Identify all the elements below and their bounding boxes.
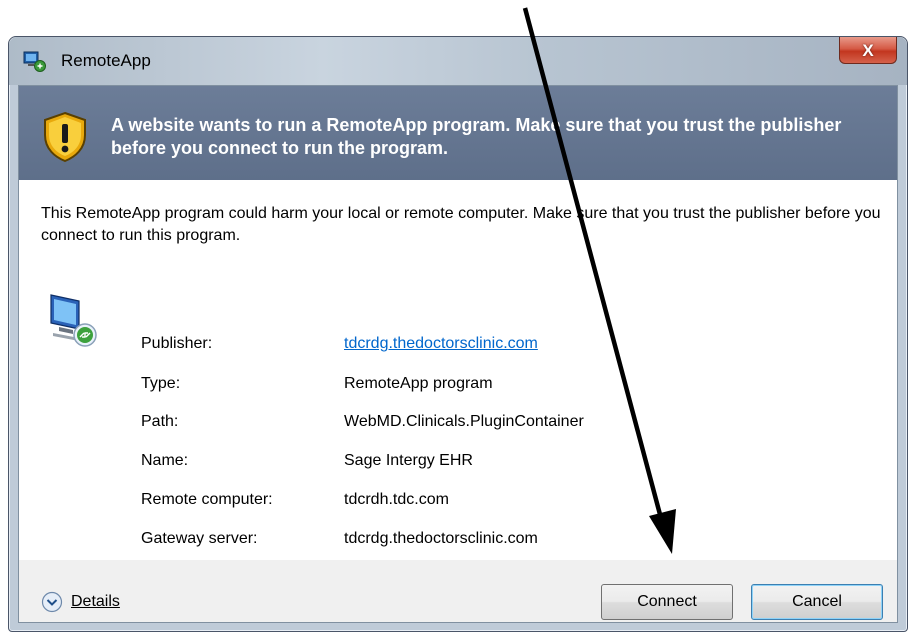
dialog-body: A website wants to run a RemoteApp progr… xyxy=(18,85,898,623)
warning-banner: A website wants to run a RemoteApp progr… xyxy=(19,86,897,180)
details-label: Details xyxy=(71,593,120,610)
publisher-label: Publisher: xyxy=(141,335,213,352)
type-label: Type: xyxy=(141,375,181,392)
remoteapp-dialog: RemoteApp X A website wants to run a Rem… xyxy=(8,36,908,632)
gateway-server-label: Gateway server: xyxy=(141,530,258,547)
type-value: RemoteApp program xyxy=(344,375,493,392)
remoteapp-icon xyxy=(23,51,46,72)
remote-computer-icon xyxy=(50,294,97,347)
chevron-down-icon xyxy=(41,591,63,613)
connect-button[interactable]: Connect xyxy=(601,584,733,620)
path-label: Path: xyxy=(141,413,179,430)
close-icon: X xyxy=(862,40,874,60)
remote-computer-label: Remote computer: xyxy=(141,491,273,508)
dialog-footer: Details Connect Cancel xyxy=(19,560,897,622)
title-bar[interactable]: RemoteApp X xyxy=(9,37,907,85)
close-button[interactable]: X xyxy=(839,37,897,64)
details-toggle[interactable]: Details xyxy=(41,591,120,613)
name-value: Sage Intergy EHR xyxy=(344,452,473,469)
path-value: WebMD.Clinicals.PluginContainer xyxy=(344,413,584,430)
name-label: Name: xyxy=(141,452,189,469)
gateway-server-value: tdcrdg.thedoctorsclinic.com xyxy=(344,530,538,547)
cancel-button[interactable]: Cancel xyxy=(751,584,883,620)
banner-message: A website wants to run a RemoteApp progr… xyxy=(111,115,842,158)
remote-computer-value: tdcrdh.tdc.com xyxy=(344,491,449,508)
warning-message: This RemoteApp program could harm your l… xyxy=(41,205,881,244)
shield-warning-icon xyxy=(44,111,86,163)
publisher-link[interactable]: tdcrdg.thedoctorsclinic.com xyxy=(344,335,538,353)
window-title: RemoteApp xyxy=(61,51,151,70)
